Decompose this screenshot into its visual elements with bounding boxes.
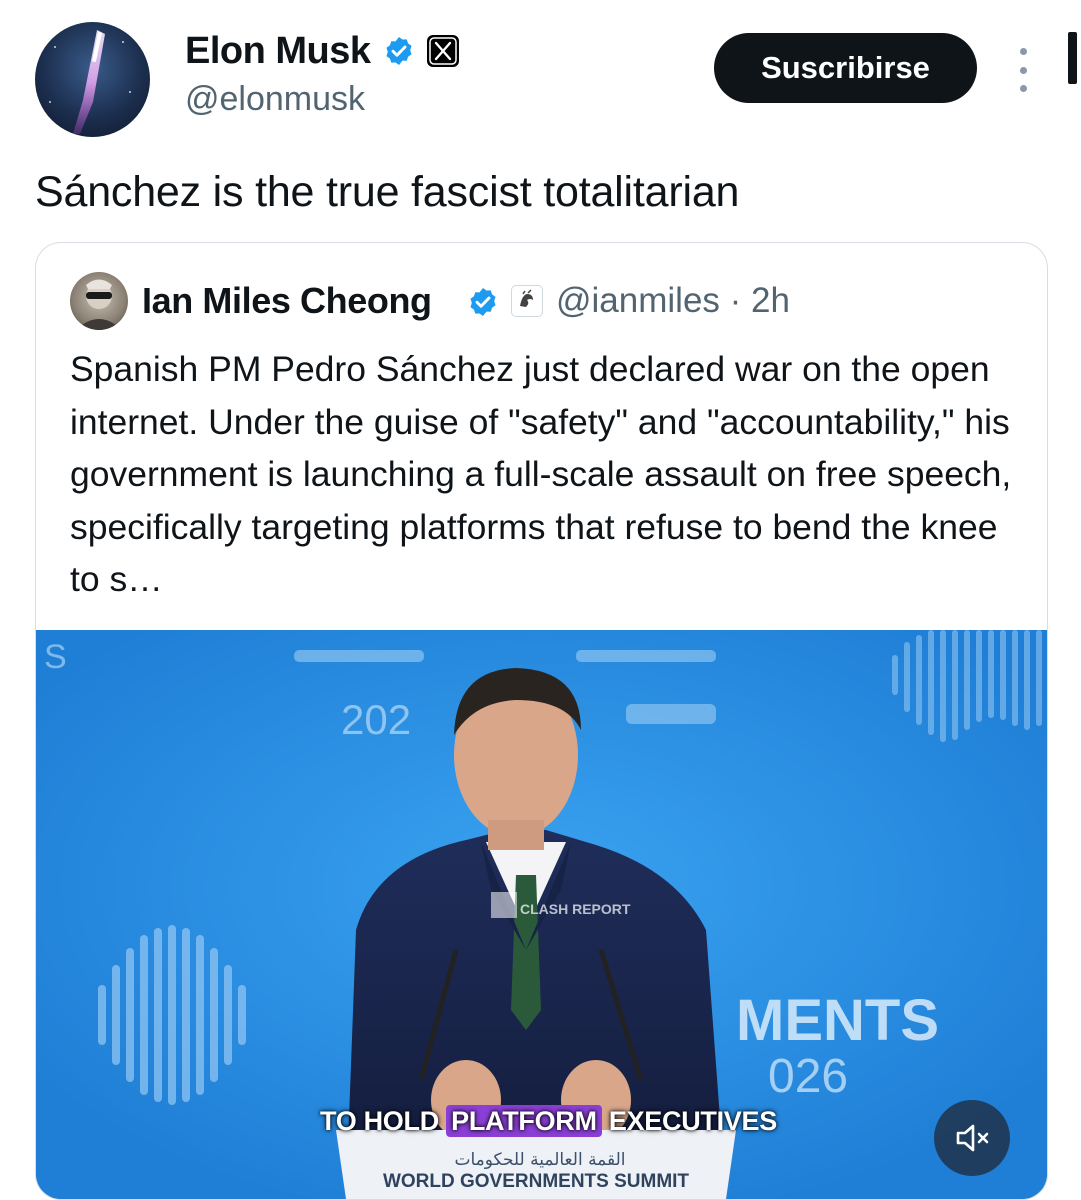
quoted-author-avatar[interactable]: [70, 272, 128, 330]
podium-arabic-text: القمة العالمية للحكومات: [454, 1150, 626, 1170]
quoted-handle[interactable]: @ianmiles: [556, 281, 720, 320]
video-caption: TO HOLD PLATFORM EXECUTIVES: [320, 1105, 777, 1137]
author-display-name[interactable]: Elon Musk: [185, 30, 371, 73]
affiliate-logo-icon: [511, 285, 543, 317]
svg-text:MENTS: MENTS: [736, 988, 939, 1053]
quoted-tweet-text: Spanish PM Pedro Sánchez just declared w…: [70, 349, 1012, 599]
svg-text:202: 202: [341, 696, 411, 743]
quoted-handle-time[interactable]: @ianmiles · 2h: [556, 281, 790, 321]
caption-text-after: EXECUTIVES: [601, 1106, 777, 1136]
x-logo-icon: [427, 35, 459, 67]
quoted-video[interactable]: 202 S MENTS 026 CLASH REPORT TO HOLD PLA…: [36, 630, 1047, 1199]
caption-text-before: TO HOLD: [320, 1106, 447, 1136]
volume-muted-icon[interactable]: [934, 1100, 1010, 1176]
verified-badge-icon: [386, 37, 412, 65]
podium-english-text: WORLD GOVERNMENTS SUMMIT: [382, 1171, 690, 1192]
rocket-avatar-icon: [49, 30, 131, 134]
svg-text:CLASH REPORT: CLASH REPORT: [520, 901, 631, 917]
author-avatar[interactable]: [35, 22, 150, 137]
quoted-timestamp[interactable]: · 2h: [720, 281, 790, 320]
more-vertical-icon[interactable]: [1008, 48, 1038, 92]
caption-highlight: PLATFORM: [446, 1105, 602, 1137]
author-handle[interactable]: @elonmusk: [185, 80, 365, 119]
tweet-text: Sánchez is the true fascist totalitarian: [35, 168, 740, 216]
svg-text:026: 026: [768, 1050, 848, 1103]
quoted-tweet-card[interactable]: Ian Miles Cheong @ianmiles · 2h Spanish …: [35, 242, 1048, 1200]
subscribe-button[interactable]: Suscribirse: [714, 33, 977, 103]
svg-text:S: S: [44, 638, 67, 676]
edge-overflow-indicator: [1068, 32, 1077, 84]
quoted-author-name[interactable]: Ian Miles Cheong: [142, 280, 432, 322]
verified-badge-icon: [470, 288, 496, 316]
